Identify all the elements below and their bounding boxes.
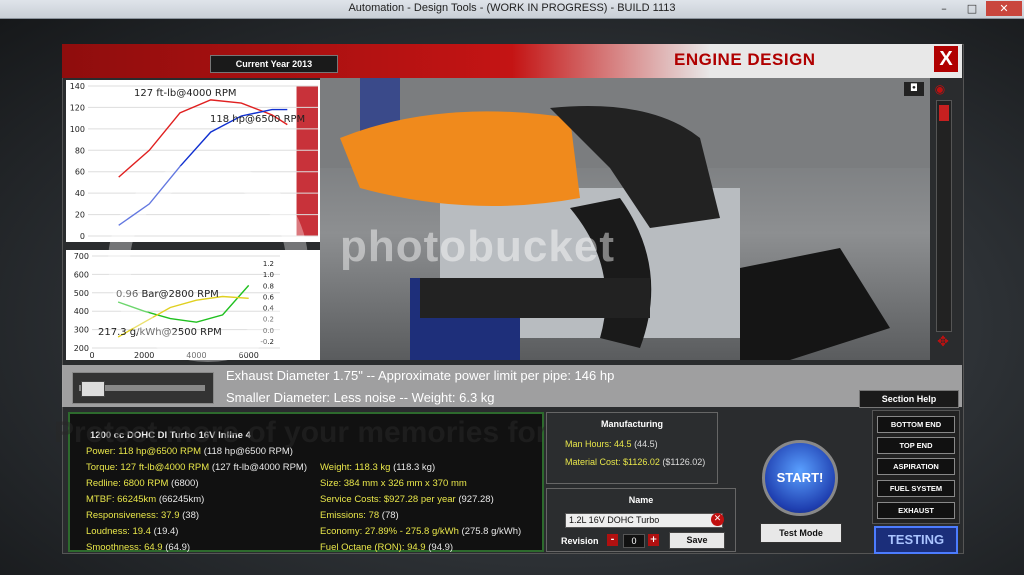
- y-tick-label: 200: [74, 344, 89, 353]
- page-title: ENGINE DESIGN: [674, 50, 816, 69]
- save-button[interactable]: Save: [669, 532, 725, 549]
- revision-increment-button[interactable]: +: [648, 534, 659, 546]
- y-tick-label: 80: [75, 146, 85, 155]
- y-tick-label: 40: [75, 189, 85, 198]
- window-title-bar: Automation - Design Tools - (WORK IN PRO…: [0, 0, 1024, 19]
- watermark-text: photobucket: [340, 222, 615, 271]
- y-tick-label: 100: [70, 125, 85, 134]
- maximize-button[interactable]: □: [958, 1, 986, 16]
- camera-icon[interactable]: ◘: [904, 82, 924, 96]
- tab-aspiration[interactable]: ASPIRATION: [877, 458, 955, 475]
- tab-fuel-system[interactable]: FUEL SYSTEM: [877, 480, 955, 497]
- promo-text: Protect more of your memories for less!: [54, 416, 625, 449]
- watermark-logo: [108, 162, 308, 362]
- section-tabs: BOTTOM END TOP END ASPIRATION FUEL SYSTE…: [872, 410, 960, 524]
- stat-left-1: Torque: 127 ft-lb@4000 RPM (127 ft-lb@40…: [86, 462, 308, 473]
- stat-right-0: Weight: 118.3 kg (118.3 kg): [320, 462, 436, 473]
- window-close-button[interactable]: ✕: [986, 1, 1022, 16]
- revision-label: Revision: [561, 536, 599, 546]
- revision-value: 0: [623, 534, 645, 548]
- stat-right-5: Fuel Octane (RON): 94.9 (94.9): [320, 542, 454, 553]
- stat-right-4: Economy: 27.89% - 275.8 g/kWh (275.8 g/k…: [320, 526, 522, 537]
- y-tick-label: 20: [75, 211, 85, 220]
- stat-right-1: Size: 384 mm x 326 mm x 370 mm: [320, 478, 467, 489]
- name-title: Name: [628, 495, 654, 505]
- exhaust-diameter-slider[interactable]: [72, 372, 214, 404]
- clear-icon[interactable]: ✕: [711, 513, 724, 526]
- stat-left-5: Loudness: 19.4 (19.4): [86, 526, 179, 537]
- test-mode-button[interactable]: Test Mode: [760, 523, 842, 543]
- material-cost: Material Cost: $1126.02 ($1126.02): [565, 457, 706, 467]
- man-hours: Man Hours: 44.5 (44.5): [565, 439, 658, 449]
- y-tick-label: 0: [80, 232, 85, 241]
- close-button[interactable]: X: [934, 46, 958, 72]
- stat-right-2: Service Costs: $927.28 per year (927.28): [320, 494, 494, 505]
- scroll-thumb[interactable]: [939, 105, 949, 121]
- stat-right-3: Emissions: 78 (78): [320, 510, 399, 521]
- tab-bottom-end[interactable]: BOTTOM END: [877, 416, 955, 433]
- minimize-button[interactable]: –: [930, 1, 958, 16]
- engine-3d-viewport[interactable]: [320, 78, 930, 360]
- info-line-1: Exhaust Diameter 1.75" -- Approximate po…: [226, 368, 615, 383]
- header-strip: [62, 44, 962, 78]
- y-tick-label: 60: [75, 168, 85, 177]
- stat-left-3: MTBF: 66245km (66245km): [86, 494, 205, 505]
- viewport-scrollbar[interactable]: [936, 100, 952, 332]
- y-tick-label: 500: [74, 289, 89, 298]
- info-line-2: Smaller Diameter: Less noise -- Weight: …: [226, 390, 495, 405]
- view-rotate-icon[interactable]: ✥: [930, 334, 956, 354]
- engine-render: [320, 78, 930, 360]
- annotation-label: 118 hp@6500 RPM: [210, 114, 305, 125]
- tab-top-end[interactable]: TOP END: [877, 437, 955, 454]
- window-title: Automation - Design Tools - (WORK IN PRO…: [348, 2, 676, 14]
- y-tick-label: 300: [74, 326, 89, 335]
- engine-name-input[interactable]: 1.2L 16V DOHC Turbo: [565, 513, 723, 528]
- start-button[interactable]: START!: [762, 440, 838, 516]
- annotation-label: 127 ft-lb@4000 RPM: [134, 88, 237, 99]
- stat-left-4: Responsiveness: 37.9 (38): [86, 510, 200, 521]
- redline-zone: [296, 86, 318, 236]
- x-tick-label: 0: [89, 351, 94, 360]
- stat-left-2: Redline: 6800 RPM (6800): [86, 478, 199, 489]
- manufacturing-panel: Manufacturing Man Hours: 44.5 (44.5) Mat…: [546, 412, 718, 484]
- x-tick-label: 2000: [134, 351, 154, 360]
- tab-testing[interactable]: TESTING: [874, 526, 958, 554]
- slider-knob[interactable]: [81, 381, 105, 397]
- eye-icon[interactable]: ◉: [930, 82, 950, 96]
- revision-decrement-button[interactable]: -: [607, 534, 618, 546]
- current-year: Current Year 2013: [210, 55, 338, 73]
- y-tick-label: 600: [74, 270, 89, 279]
- y-tick-label: 120: [70, 103, 85, 112]
- y-tick-label: 700: [74, 252, 89, 261]
- stat-left-6: Smoothness: 64.9 (64.9): [86, 542, 191, 553]
- name-panel: Name 1.2L 16V DOHC Turbo ✕ Revision - 0 …: [546, 488, 736, 552]
- section-help-button[interactable]: Section Help: [859, 390, 959, 408]
- y-tick-label: 400: [74, 307, 89, 316]
- y-tick-label: 140: [70, 82, 85, 91]
- manufacturing-title: Manufacturing: [601, 419, 663, 429]
- tab-exhaust[interactable]: EXHAUST: [877, 502, 955, 519]
